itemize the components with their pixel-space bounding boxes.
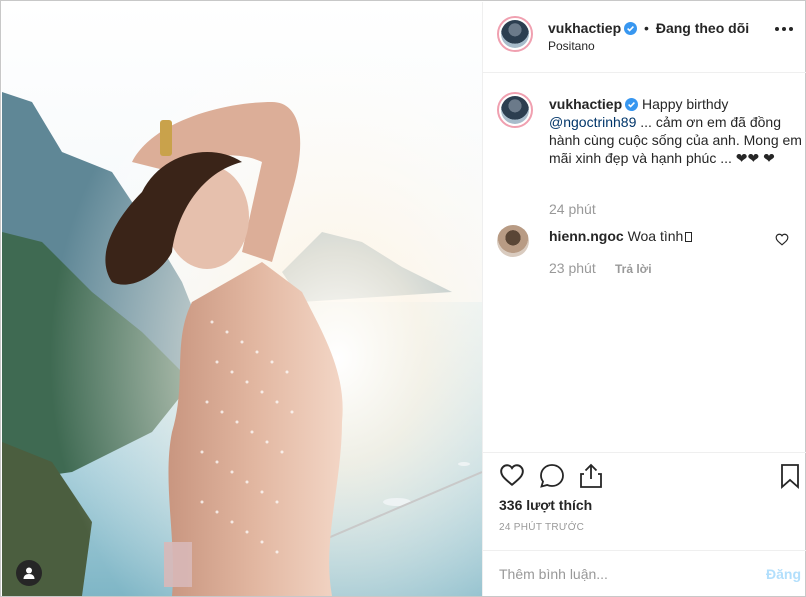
person-icon — [23, 567, 35, 579]
emoji-placeholder-icon — [685, 232, 693, 242]
post-actions: 336 lượt thích 24 PHÚT TRƯỚC — [483, 452, 806, 550]
comment-bubble-icon[interactable] — [539, 463, 565, 489]
follow-status-button[interactable]: Đang theo dõi — [656, 20, 749, 36]
likes-count[interactable]: 336 lượt thích — [499, 497, 592, 513]
comment-text: hienn.ngoc Woa tình — [549, 228, 693, 244]
commenter-avatar[interactable] — [497, 225, 529, 257]
author-username[interactable]: vukhactiep — [548, 20, 621, 36]
comment-body: Woa tình — [627, 228, 684, 244]
comment-like-heart-icon[interactable] — [775, 233, 789, 246]
post-side-panel: vukhactiep • Đang theo dõi Positano vukh… — [482, 2, 806, 596]
more-options-button[interactable] — [775, 24, 795, 34]
commenter-username[interactable]: hienn.ngoc — [549, 228, 624, 244]
header-line: vukhactiep • Đang theo dõi — [548, 20, 749, 36]
caption-text-start: Happy birthdy — [642, 96, 729, 112]
post-photo[interactable] — [2, 2, 482, 596]
author-avatar[interactable] — [497, 16, 533, 52]
separator-dot: • — [644, 20, 649, 36]
more-horizontal-icon — [775, 27, 779, 31]
add-comment-bar: Đăng — [483, 550, 806, 596]
post-location[interactable]: Positano — [548, 39, 595, 53]
comment-timestamp[interactable]: 23 phút — [549, 260, 596, 276]
post-header: vukhactiep • Đang theo dõi Positano — [483, 2, 806, 73]
caption-mention-link[interactable]: @ngoctrinh89 — [549, 114, 636, 130]
verified-badge-icon — [625, 98, 639, 111]
photo-image — [2, 2, 482, 596]
caption-author-avatar[interactable] — [497, 92, 533, 128]
post-timestamp[interactable]: 24 PHÚT TRƯỚC — [499, 522, 584, 533]
like-heart-icon[interactable] — [499, 463, 525, 487]
user-tag-button[interactable] — [16, 560, 42, 586]
caption-text: vukhactiep Happy birthdy @ngoctrinh89 ..… — [549, 95, 806, 167]
post-comment-button[interactable]: Đăng — [766, 566, 801, 582]
share-icon[interactable] — [579, 463, 603, 489]
verified-badge-icon — [624, 22, 638, 35]
reply-button[interactable]: Trả lời — [615, 262, 652, 276]
instagram-post: vukhactiep • Đang theo dõi Positano vukh… — [0, 0, 806, 597]
caption-username[interactable]: vukhactiep — [549, 96, 622, 112]
caption-timestamp[interactable]: 24 phút — [549, 201, 596, 217]
comments-section: vukhactiep Happy birthdy @ngoctrinh89 ..… — [483, 74, 806, 452]
add-comment-input[interactable] — [499, 563, 739, 585]
bookmark-icon[interactable] — [780, 463, 800, 489]
